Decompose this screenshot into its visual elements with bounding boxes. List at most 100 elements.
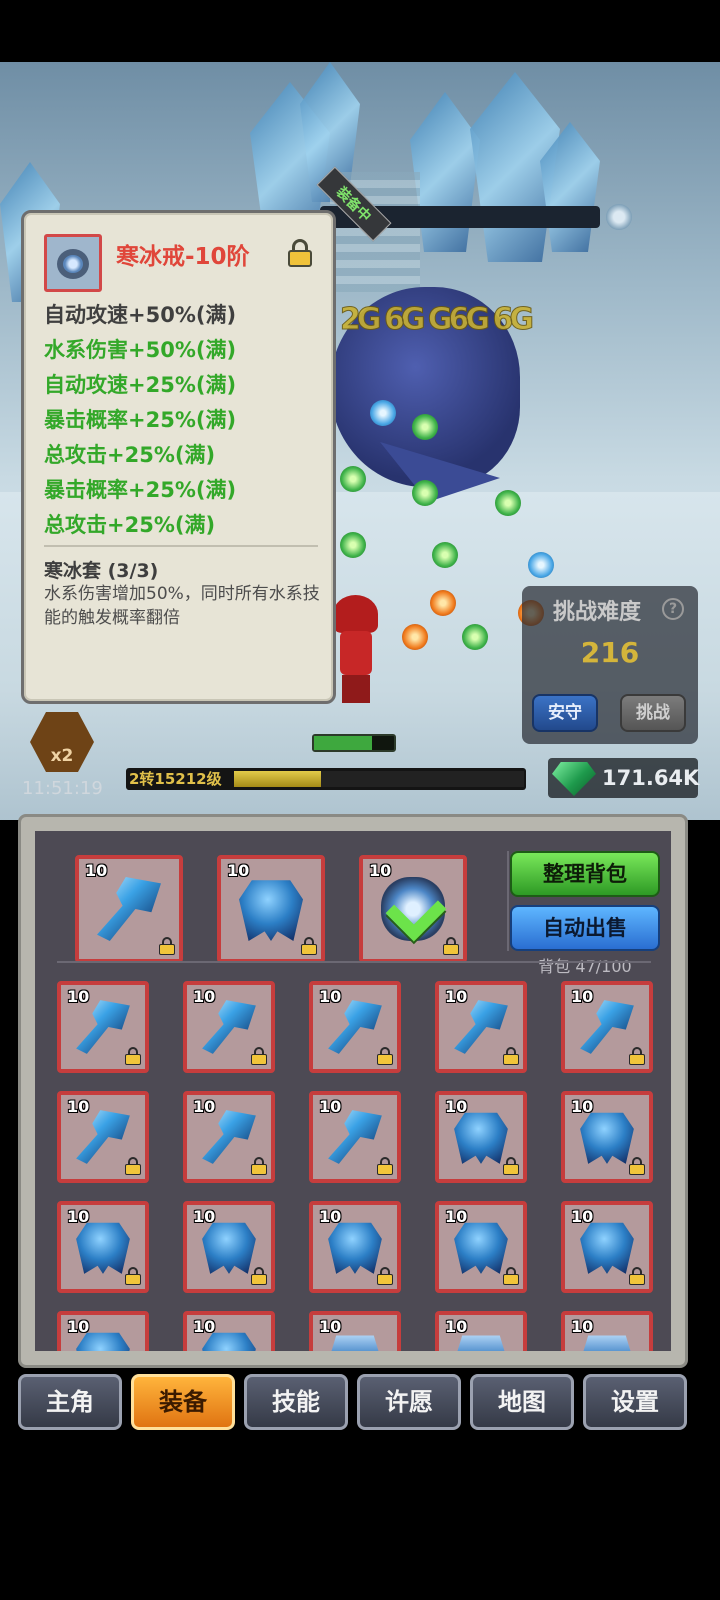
- item-level: 10: [67, 1207, 90, 1226]
- item-level: 10: [319, 1207, 342, 1226]
- leaf-orb: [462, 624, 488, 650]
- item-level: 10: [445, 1097, 468, 1116]
- level-bar: 2转15212级: [126, 768, 526, 790]
- lock-icon: [443, 937, 459, 955]
- axe-icon: [97, 877, 161, 941]
- item-slot[interactable]: 10: [561, 1091, 653, 1183]
- lock-icon: [301, 937, 317, 955]
- item-level: 10: [445, 987, 468, 1006]
- lock-icon: [125, 1157, 141, 1175]
- challenge-level: 216: [580, 636, 640, 669]
- lock-icon: [377, 1157, 393, 1175]
- item-slot[interactable]: 10: [359, 855, 467, 963]
- hero-character: [333, 595, 378, 705]
- item-slot[interactable]: 10: [57, 1091, 149, 1183]
- nav-tab-5[interactable]: 设置: [583, 1374, 687, 1430]
- set-description: 水系伤害增加50%，同时所有水系技能的触发概率翻倍: [44, 584, 320, 628]
- lock-icon: [251, 1047, 267, 1065]
- item-slot[interactable]: 10: [75, 855, 183, 963]
- item-level: 10: [319, 1097, 342, 1116]
- item-slot[interactable]: 10: [57, 981, 149, 1073]
- item-level: 10: [67, 987, 90, 1006]
- leaf-orb: [432, 542, 458, 568]
- hero-hp-fill: [314, 736, 372, 750]
- bag-panel: 10 10 10 整理背包 自动出售 背包 47/100 10 10 10 10 10 10 1…: [18, 814, 688, 1368]
- item-level: 10: [571, 987, 594, 1006]
- lock-icon[interactable]: [288, 239, 312, 267]
- item-slot[interactable]: 10: [435, 1091, 527, 1183]
- item-level: 10: [445, 1317, 468, 1336]
- item-level: 10: [227, 861, 250, 880]
- item-slot[interactable]: 10: [309, 981, 401, 1073]
- leaf-orb: [340, 532, 366, 558]
- axe-icon: [202, 1000, 256, 1054]
- item-level: 10: [67, 1317, 90, 1336]
- item-slot[interactable]: 10: [183, 1091, 275, 1183]
- leaf-orb: [340, 466, 366, 492]
- nav-tab-2[interactable]: 技能: [244, 1374, 348, 1430]
- challenge-button[interactable]: 挑战: [620, 694, 686, 732]
- item-slot[interactable]: 10: [217, 855, 325, 963]
- leaf-orb: [495, 490, 521, 516]
- sort-bag-button[interactable]: 整理背包: [510, 851, 660, 897]
- item-slot[interactable]: 10: [309, 1201, 401, 1293]
- item-slot[interactable]: 10: [183, 1201, 275, 1293]
- item-slot[interactable]: 10: [561, 1201, 653, 1293]
- item-slot[interactable]: 10: [309, 1311, 401, 1351]
- nav-tab-4[interactable]: 地图: [470, 1374, 574, 1430]
- item-level: 10: [319, 1317, 342, 1336]
- stat-line: 自动攻速+50%(满): [44, 303, 237, 327]
- armor-icon: [580, 1222, 634, 1274]
- item-slot[interactable]: 10: [309, 1091, 401, 1183]
- stat-line: 暴击概率+25%(满): [44, 478, 237, 502]
- item-slot[interactable]: 10: [57, 1201, 149, 1293]
- hero-hp-bar: [312, 734, 396, 752]
- leaf-orb: [412, 480, 438, 506]
- item-slot[interactable]: 10: [435, 1311, 527, 1351]
- item-slot[interactable]: 10: [561, 1311, 653, 1351]
- bag-inner: 10 10 10 整理背包 自动出售 背包 47/100 10 10 10 10 10 10 1…: [35, 831, 671, 1351]
- nav-tab-3[interactable]: 许愿: [357, 1374, 461, 1430]
- axe-icon: [454, 1000, 508, 1054]
- item-level: 10: [193, 1097, 216, 1116]
- level-label: 2转15212级: [129, 770, 222, 788]
- item-level: 10: [85, 861, 108, 880]
- item-slot[interactable]: 10: [435, 981, 527, 1073]
- item-level: 10: [67, 1097, 90, 1116]
- item-level: 10: [193, 987, 216, 1006]
- lock-icon: [503, 1157, 519, 1175]
- lock-icon: [125, 1047, 141, 1065]
- lock-icon: [251, 1157, 267, 1175]
- auto-sell-button[interactable]: 自动出售: [510, 905, 660, 951]
- lock-icon: [251, 1267, 267, 1285]
- lock-icon: [125, 1267, 141, 1285]
- bag-count: 背包 47/100: [538, 957, 632, 976]
- nav-tab-1[interactable]: 装备: [131, 1374, 235, 1430]
- lock-icon: [159, 937, 175, 955]
- item-tooltip: 装备中 寒冰戒-10阶 自动攻速+50%(满) 水系伤害+50%(满) 自动攻速+2…: [21, 166, 392, 704]
- lock-icon: [503, 1047, 519, 1065]
- ice-crystal: [410, 92, 480, 252]
- damage-text: 2G 6G G6G 6G: [340, 302, 535, 338]
- lock-icon: [629, 1267, 645, 1285]
- item-slot[interactable]: 10: [57, 1311, 149, 1351]
- item-slot[interactable]: 10: [183, 1311, 275, 1351]
- water-orb: [528, 552, 554, 578]
- item-slot[interactable]: 10: [561, 981, 653, 1073]
- fire-orb: [430, 590, 456, 616]
- stat-line: 总攻击+25%(满): [44, 443, 216, 467]
- lock-icon: [377, 1047, 393, 1065]
- item-slot[interactable]: 10: [435, 1201, 527, 1293]
- safe-button[interactable]: 安守: [532, 694, 598, 732]
- help-icon[interactable]: ?: [662, 598, 684, 620]
- water-orb: [370, 400, 396, 426]
- item-slot[interactable]: 10: [183, 981, 275, 1073]
- emerald-icon: [552, 762, 596, 796]
- item-level: 10: [369, 861, 392, 880]
- nav-tab-0[interactable]: 主角: [18, 1374, 122, 1430]
- item-level: 10: [571, 1097, 594, 1116]
- lock-icon: [629, 1047, 645, 1065]
- challenge-title: 挑战难度: [552, 600, 641, 625]
- axe-icon: [76, 1110, 130, 1164]
- challenge-panel: 挑战难度 ? 216 安守 挑战: [522, 586, 698, 744]
